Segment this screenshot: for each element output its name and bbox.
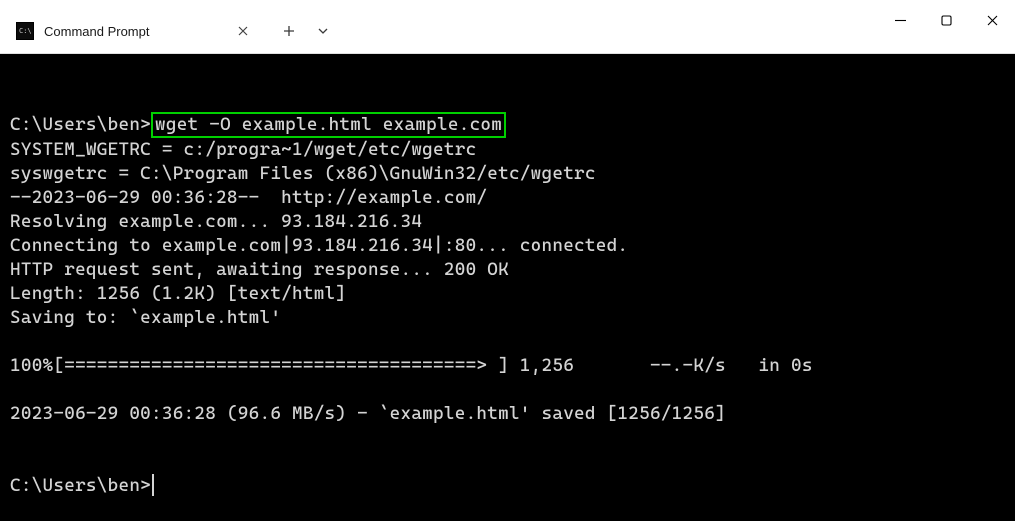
close-window-button[interactable] — [969, 0, 1015, 40]
prompt-path-2: C:\Users\ben> — [10, 475, 151, 496]
prompt-line: C:\Users\ben>wget -O example.html exampl… — [10, 112, 1005, 138]
terminal-line: Connecting to example.com|93.184.216.34|… — [10, 234, 1005, 258]
terminal-line: 100%[===================================… — [10, 354, 1005, 378]
highlighted-command: wget -O example.html example.com — [151, 112, 506, 138]
terminal-line — [10, 330, 1005, 354]
prompt-path: C:\Users\ben> — [10, 114, 151, 135]
terminal-line: --2023-06-29 00:36:28-- http://example.c… — [10, 186, 1005, 210]
terminal-line — [10, 378, 1005, 402]
tab-title: Command Prompt — [44, 24, 224, 39]
terminal-line: SYSTEM_WGETRC = c:/progra~1/wget/etc/wge… — [10, 138, 1005, 162]
terminal-line: 2023-06-29 00:36:28 (96.6 MB/s) - `examp… — [10, 402, 1005, 426]
window-controls — [877, 0, 1015, 40]
titlebar-actions — [272, 10, 340, 52]
terminal-line — [10, 88, 1005, 112]
maximize-button[interactable] — [923, 0, 969, 40]
tab-dropdown-button[interactable] — [306, 14, 340, 48]
close-tab-icon[interactable] — [234, 22, 252, 40]
cmd-icon: C:\ — [16, 22, 34, 40]
terminal-line: Resolving example.com... 93.184.216.34 — [10, 210, 1005, 234]
svg-text:C:\: C:\ — [19, 27, 32, 35]
terminal-line: Length: 1256 (1.2K) [text/html] — [10, 282, 1005, 306]
new-tab-button[interactable] — [272, 14, 306, 48]
terminal-output-area[interactable]: C:\Users\ben>wget -O example.html exampl… — [0, 54, 1015, 521]
terminal-line: HTTP request sent, awaiting response... … — [10, 258, 1005, 282]
terminal-line — [10, 426, 1005, 450]
terminal-line: Saving to: `example.html' — [10, 306, 1005, 330]
cursor-icon — [152, 474, 154, 496]
terminal-line: C:\Users\ben> — [10, 450, 1005, 498]
minimize-button[interactable] — [877, 0, 923, 40]
tab-command-prompt[interactable]: C:\ Command Prompt — [6, 10, 266, 52]
terminal-line: syswgetrc = C:\Program Files (x86)\GnuWi… — [10, 162, 1005, 186]
titlebar: C:\ Command Prompt — [0, 0, 1015, 54]
